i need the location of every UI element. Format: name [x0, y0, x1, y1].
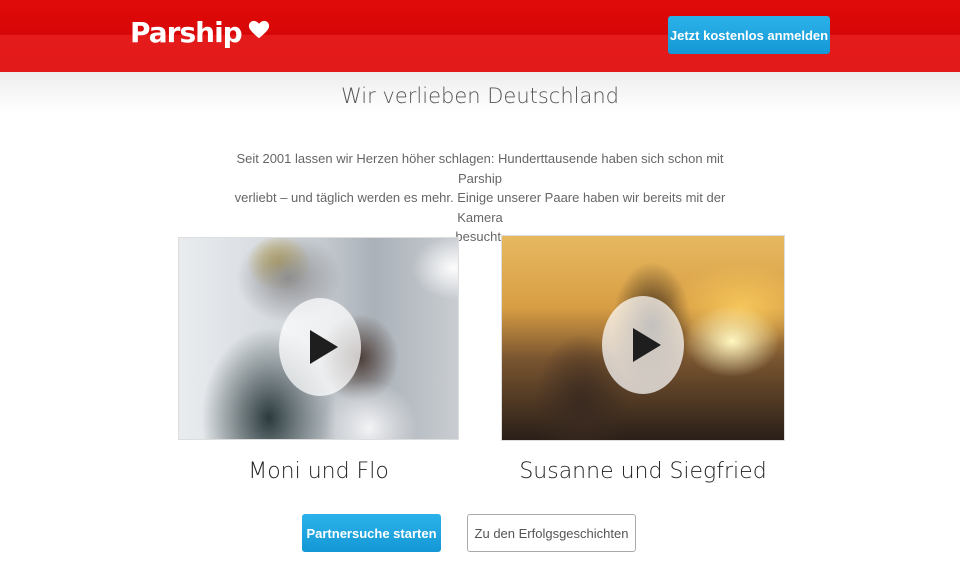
video-caption: Moni und Flo — [248, 459, 389, 484]
register-free-button[interactable]: Jetzt kostenlos anmelden — [668, 16, 830, 54]
success-stories-button[interactable]: Zu den Erfolgsgeschichten — [467, 514, 636, 552]
video-thumbnail-moni-flo[interactable] — [178, 237, 459, 440]
heart-icon — [248, 20, 269, 39]
video-caption: Susanne und Siegfried — [519, 459, 767, 484]
play-icon — [310, 330, 338, 364]
play-button[interactable] — [279, 298, 361, 396]
start-partner-search-button[interactable]: Partnersuche starten — [302, 514, 441, 552]
intro-line-3: besucht. — [455, 229, 505, 244]
page-headline: Wir verlieben Deutschland — [340, 84, 620, 108]
play-button[interactable] — [602, 296, 684, 394]
intro-text: Seit 2001 lassen wir Herzen höher schlag… — [225, 149, 735, 247]
intro-line-2: verliebt – und täglich werden es mehr. E… — [234, 190, 726, 225]
play-icon — [633, 328, 661, 362]
video-thumbnail-susanne-siegfried[interactable] — [501, 235, 785, 441]
site-header: Parship Jetzt kostenlos anmelden — [0, 0, 960, 72]
parship-logo[interactable]: Parship — [130, 14, 270, 50]
intro-line-1: Seit 2001 lassen wir Herzen höher schlag… — [236, 151, 724, 186]
logo-text: Parship — [130, 15, 243, 49]
